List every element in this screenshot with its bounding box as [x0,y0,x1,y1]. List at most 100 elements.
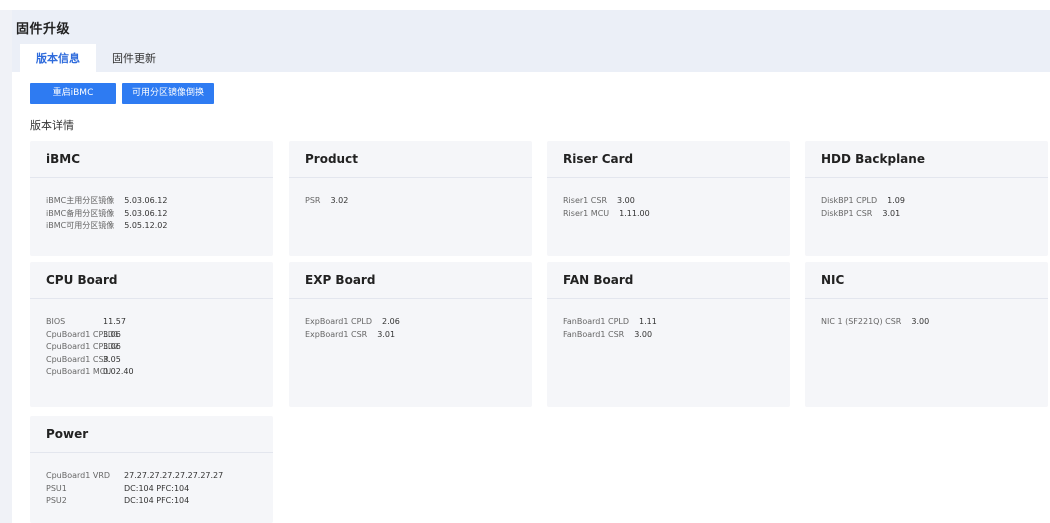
version-row: PSU2 DC:104 PFC:104 [46,495,257,508]
version-key: CpuBoard1 CPLD2 [46,342,119,351]
version-key: BIOS [46,317,66,326]
version-value: 2.06 [382,317,400,326]
version-row: PSU1 DC:104 PFC:104 [46,483,257,496]
version-key: CpuBoard1 CPLD1 [46,329,119,339]
card-title: FAN Board [547,262,790,299]
version-key: NIC 1 (SF221Q) CSR [821,317,902,326]
version-key: DiskBP1 CSR [821,208,873,218]
card-product: Product PSR 3.02 [289,141,532,256]
card-nic: NIC NIC 1 (SF221Q) CSR 3.00 [805,262,1048,407]
version-details-heading: 版本详情 [30,119,74,132]
card-title: Product [289,141,532,178]
version-row: ExpBoard1 CSR 3.01 [305,329,516,342]
version-key: iBMC可用分区镜像 [46,221,115,230]
version-key: PSR [305,196,321,205]
version-key: CpuBoard1 VRD [46,471,111,480]
version-key: iBMC主用分区镜像 [46,196,115,205]
version-row: Riser1 CSR 3.00 [563,195,774,208]
card-body: iBMC主用分区镜像 5.03.06.12 iBMC备用分区镜像 5.03.06.1… [30,178,273,233]
version-row: CpuBoard1 CPLD2 3.06 [46,341,257,354]
version-key: Riser1 CSR [563,196,608,205]
version-value: 27.27.27.27.27.27.27.27 [124,471,224,480]
page-title: 固件升级 [16,22,71,37]
version-row: BIOS 11.57 [46,316,257,329]
version-row: DiskBP1 CSR 3.01 [821,208,1032,221]
card-body: NIC 1 (SF221Q) CSR 3.00 [805,299,1048,329]
version-key: PSU1 [46,483,67,493]
firmware-upgrade-page: 固件升级 版本信息 固件更新 重启iBMC 可用分区镜像倒换 版本详情 iBMC… [0,0,1050,523]
version-key: CpuBoard1 MCU [46,367,112,376]
card-body: PSR 3.02 [289,178,532,208]
version-key: FanBoard1 CSR [563,329,625,339]
version-value: 5.03.06.12 [124,208,168,218]
action-buttons: 重启iBMC 可用分区镜像倒换 [30,83,214,104]
version-value: 0.02.40 [103,367,134,376]
card-body: CpuBoard1 VRD 27.27.27.27.27.27.27.27 PSU… [30,453,273,508]
version-value: DC:104 PFC:104 [124,483,190,493]
card-title: CPU Board [30,262,273,299]
version-row: DiskBP1 CPLD 1.09 [821,195,1032,208]
version-key: DiskBP1 CPLD [821,196,878,205]
tab-version-info[interactable]: 版本信息 [20,44,96,73]
version-row: iBMC主用分区镜像 5.03.06.12 [46,195,257,208]
version-value: 5.03.06.12 [124,196,168,205]
version-row: CpuBoard1 CSR 3.05 [46,354,257,367]
version-key: Riser1 MCU [563,208,610,218]
version-value: DC:104 PFC:104 [124,496,190,505]
card-ibmc: iBMC iBMC主用分区镜像 5.03.06.12 iBMC备用分区镜像 5.03… [30,141,273,256]
card-body: Riser1 CSR 3.00 Riser1 MCU 1.11.00 [547,178,790,220]
card-power: Power CpuBoard1 VRD 27.27.27.27.27.27.27.… [30,416,273,523]
card-title: EXP Board [289,262,532,299]
card-title: HDD Backplane [805,141,1048,178]
card-hdd-backplane: HDD Backplane DiskBP1 CPLD 1.09 DiskBP1 C… [805,141,1048,256]
version-value: 3.06 [103,329,121,339]
version-value: 3.05 [103,354,121,364]
card-cpu-board: CPU Board BIOS 11.57 CpuBoard1 CPLD1 3.06 … [30,262,273,407]
restart-ibmc-button[interactable]: 重启iBMC [30,83,116,104]
version-row: ExpBoard1 CPLD 2.06 [305,316,516,329]
version-row: FanBoard1 CPLD 1.11 [563,316,774,329]
version-row: iBMC备用分区镜像 5.03.06.12 [46,208,257,221]
version-value: 3.00 [634,329,653,339]
card-body: BIOS 11.57 CpuBoard1 CPLD1 3.06 CpuBoard1 … [30,299,273,379]
version-row: CpuBoard1 CPLD1 3.06 [46,329,257,342]
version-row: CpuBoard1 VRD 27.27.27.27.27.27.27.27 [46,470,257,483]
version-value: 3.01 [377,329,396,339]
card-exp-board: EXP Board ExpBoard1 CPLD 2.06 ExpBoard1 C… [289,262,532,407]
left-edge-bar [0,10,12,523]
version-key: FanBoard1 CPLD [563,317,630,326]
version-value: 1.11.00 [619,208,650,218]
card-title: iBMC [30,141,273,178]
version-row: FanBoard1 CSR 3.00 [563,329,774,342]
version-row: PSR 3.02 [305,195,516,208]
version-value: 5.05.12.02 [124,221,168,230]
version-value: 3.02 [330,196,349,205]
version-key: ExpBoard1 CPLD [305,317,373,326]
card-body: ExpBoard1 CPLD 2.06 ExpBoard1 CSR 3.01 [289,299,532,341]
version-row: CpuBoard1 MCU 0.02.40 [46,366,257,379]
switch-partition-image-button[interactable]: 可用分区镜像倒换 [122,83,214,104]
card-riser-card: Riser Card Riser1 CSR 3.00 Riser1 MCU 1.11… [547,141,790,256]
version-value: 3.00 [911,317,930,326]
version-key: CpuBoard1 CSR [46,354,110,364]
card-title: NIC [805,262,1048,299]
version-key: iBMC备用分区镜像 [46,208,115,218]
version-value: 1.11 [639,317,657,326]
version-value: 1.09 [887,196,905,205]
version-row: iBMC可用分区镜像 5.05.12.02 [46,220,257,233]
version-row: Riser1 MCU 1.11.00 [563,208,774,221]
tab-bar: 版本信息 固件更新 [20,44,172,73]
version-value: 3.06 [103,342,121,351]
card-fan-board: FAN Board FanBoard1 CPLD 1.11 FanBoard1 C… [547,262,790,407]
tab-firmware-update[interactable]: 固件更新 [96,44,172,73]
version-key: PSU2 [46,496,67,505]
version-value: 11.57 [103,317,126,326]
card-title: Power [30,416,273,453]
card-body: FanBoard1 CPLD 1.11 FanBoard1 CSR 3.00 [547,299,790,341]
version-key: ExpBoard1 CSR [305,329,368,339]
version-value: 3.00 [617,196,635,205]
version-value: 3.01 [882,208,901,218]
card-title: Riser Card [547,141,790,178]
card-body: DiskBP1 CPLD 1.09 DiskBP1 CSR 3.01 [805,178,1048,220]
version-row: NIC 1 (SF221Q) CSR 3.00 [821,316,1032,329]
